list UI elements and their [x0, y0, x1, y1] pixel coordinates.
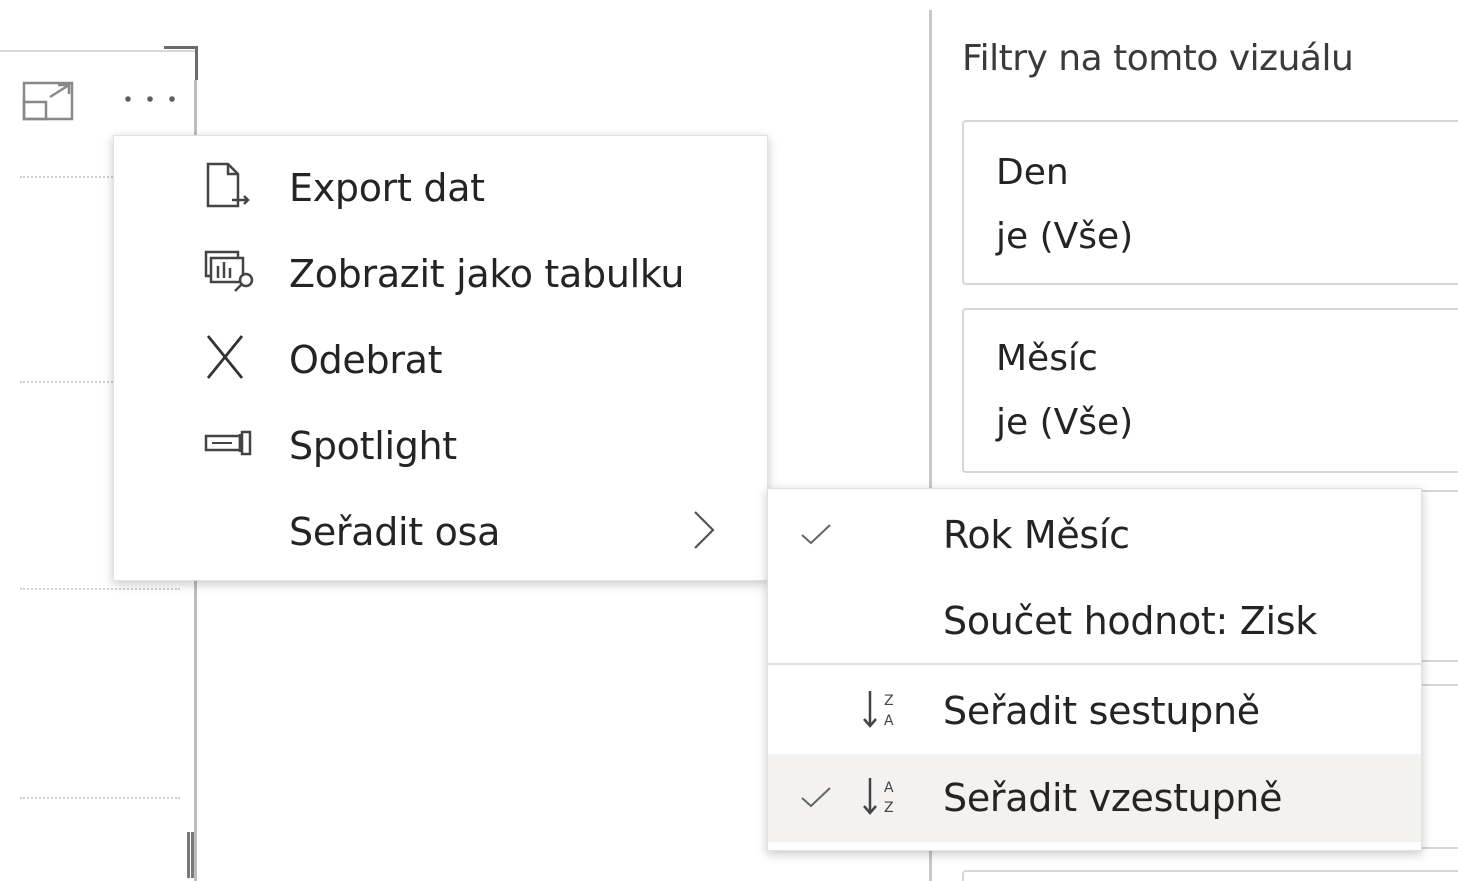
show-as-table-icon	[202, 248, 260, 294]
menu-item-label: Spotlight	[289, 424, 457, 468]
check-icon	[798, 784, 834, 812]
menu-item-label: Seřadit osa	[289, 510, 501, 554]
filter-pane-title: Filtry na tomto vizuálu	[962, 38, 1354, 79]
menu-item-spotlight[interactable]: Spotlight	[114, 400, 767, 486]
focus-mode-icon[interactable]	[22, 80, 76, 122]
report-canvas: Filtry na tomto vizuálu Den je (Vše) Měs…	[0, 0, 1458, 881]
filter-field-name: Měsíc	[996, 338, 1098, 379]
sort-ascending-icon: A Z	[860, 772, 906, 822]
menu-item-show-as-table[interactable]: Zobrazit jako tabulku	[114, 228, 767, 314]
menu-item-export-data[interactable]: Export dat	[114, 142, 767, 228]
visual-context-menu: Export dat Zobrazit jako tabulku Odebrat…	[113, 135, 768, 581]
svg-text:Z: Z	[884, 693, 894, 709]
export-data-icon	[202, 162, 260, 208]
svg-text:A: A	[884, 713, 894, 729]
sort-field-soucet-zisk[interactable]: Součet hodnot: Zisk	[768, 577, 1421, 665]
submenu-divider	[768, 663, 1421, 665]
sort-field-label: Rok Měsíc	[943, 513, 1130, 557]
menu-item-label: Zobrazit jako tabulku	[289, 252, 685, 296]
remove-icon	[202, 334, 260, 380]
menu-item-sort-axis[interactable]: Seřadit osa	[114, 486, 767, 572]
chevron-right-icon	[689, 508, 719, 552]
check-icon	[798, 521, 834, 549]
filter-card[interactable]	[962, 870, 1458, 881]
menu-item-label: Odebrat	[289, 338, 443, 382]
menu-item-remove[interactable]: Odebrat	[114, 314, 767, 400]
sort-axis-submenu: Rok Měsíc Součet hodnot: Zisk Z A Seřadi…	[767, 488, 1422, 851]
filter-card-den[interactable]: Den je (Vše)	[962, 120, 1458, 285]
visual-selection-corner	[164, 46, 198, 80]
sort-descending-icon: Z A	[860, 685, 906, 735]
chart-gridline	[20, 797, 180, 799]
spotlight-icon	[202, 420, 260, 466]
filter-field-value: je (Vše)	[996, 216, 1134, 257]
sort-order-label: Seřadit vzestupně	[943, 776, 1283, 820]
sort-order-label: Seřadit sestupně	[943, 689, 1260, 733]
sort-ascending-item[interactable]: A Z Seřadit vzestupně	[768, 754, 1421, 842]
visual-resize-handle[interactable]	[187, 832, 194, 878]
chart-gridline	[20, 588, 180, 590]
sort-field-label: Součet hodnot: Zisk	[943, 599, 1317, 643]
sort-field-rok-mesic[interactable]: Rok Měsíc	[768, 491, 1421, 579]
sort-descending-item[interactable]: Z A Seřadit sestupně	[768, 667, 1421, 755]
svg-text:Z: Z	[884, 800, 894, 816]
menu-item-label: Export dat	[289, 166, 485, 210]
filter-field-name: Den	[996, 152, 1069, 193]
filter-field-value: je (Vše)	[996, 402, 1134, 443]
more-options-icon[interactable]	[118, 84, 182, 114]
filter-card-mesic[interactable]: Měsíc je (Vše)	[962, 308, 1458, 473]
svg-text:A: A	[884, 780, 894, 796]
